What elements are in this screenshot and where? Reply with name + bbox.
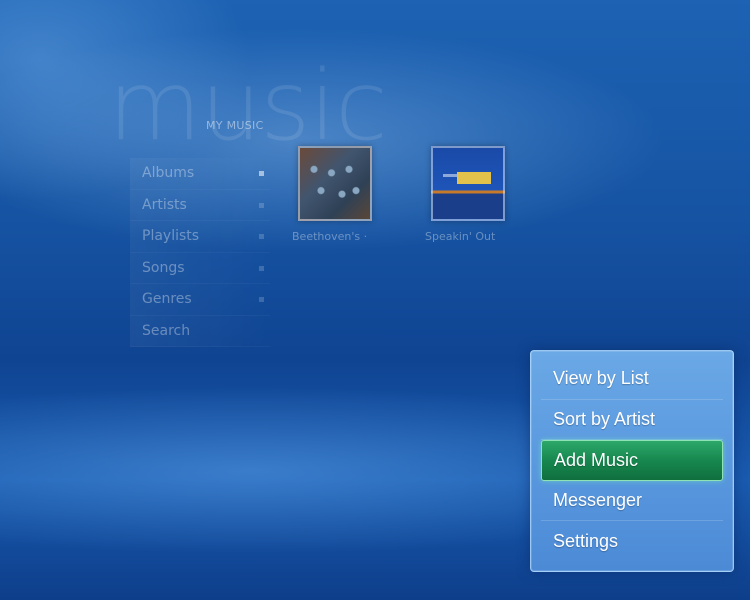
nav-item-label: Genres <box>142 291 192 308</box>
nav-indicator-icon <box>259 171 264 177</box>
nav-item-label: Albums <box>142 165 195 182</box>
menu-item-view-by-list[interactable]: View by List <box>541 359 723 400</box>
context-menu: View by List Sort by Artist Add Music Me… <box>530 350 734 572</box>
nav-item-label: Search <box>142 322 191 339</box>
menu-item-sort-by-artist[interactable]: Sort by Artist <box>541 400 723 440</box>
nav-item-search[interactable]: Search <box>130 315 270 347</box>
nav-indicator-icon <box>259 202 264 208</box>
cover-text-block <box>443 174 457 177</box>
nav-item-label: Playlists <box>142 228 200 245</box>
nav-item-artists[interactable]: Artists <box>130 189 270 221</box>
nav-indicator-icon <box>259 297 264 303</box>
cover-title-block <box>457 172 491 184</box>
album-tile[interactable]: Beethoven's · <box>292 146 382 243</box>
menu-item-messenger[interactable]: Messenger <box>541 481 723 521</box>
nav-item-albums[interactable]: Albums <box>130 158 270 190</box>
album-cover-art <box>298 146 372 221</box>
music-nav: Albums Artists Playlists Songs Genres Se… <box>130 158 270 347</box>
album-tile[interactable]: Speakin' Out <box>425 146 515 243</box>
music-watermark-title: music <box>108 50 388 162</box>
nav-item-label: Artists <box>142 196 187 213</box>
nav-item-songs[interactable]: Songs <box>130 252 270 284</box>
album-title: Beethoven's · <box>292 230 368 243</box>
nav-item-playlists[interactable]: Playlists <box>130 221 270 253</box>
album-cover-art <box>431 146 505 221</box>
album-title: Speakin' Out <box>425 230 496 243</box>
nav-indicator-icon <box>259 265 264 271</box>
nav-indicator-icon <box>259 234 264 240</box>
section-title: MY MUSIC <box>206 119 264 132</box>
menu-item-settings[interactable]: Settings <box>541 521 723 562</box>
menu-item-add-music[interactable]: Add Music <box>541 440 723 481</box>
nav-item-label: Songs <box>142 259 185 276</box>
nav-item-genres[interactable]: Genres <box>130 284 270 316</box>
